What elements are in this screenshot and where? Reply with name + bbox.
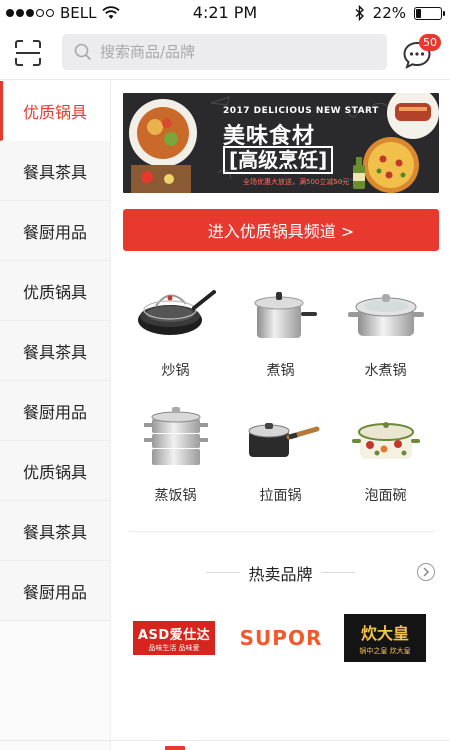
sidebar-item-tableware[interactable]: 餐具茶具: [0, 321, 110, 381]
product-name: 炒锅: [161, 363, 190, 379]
enter-channel-label: 进入优质锅具频道 >: [207, 222, 355, 241]
sidebar-item-cookware[interactable]: 优质锅具: [0, 81, 110, 141]
brand-logo-chuidahuang[interactable]: 炊大皇 锅中之皇 炊大皇: [344, 613, 426, 663]
status-right: 22%: [355, 4, 445, 22]
battery-percent: 22%: [372, 4, 406, 22]
sidebar-item-kitchen-supplies[interactable]: 餐厨用品: [0, 381, 110, 441]
sidebar-item-label: 优质锅具: [22, 102, 87, 122]
product-item[interactable]: 拉面锅: [228, 401, 333, 505]
brand-tagline: 品味生活 品味爱: [148, 643, 200, 652]
search-bar[interactable]: [62, 34, 387, 70]
wok-pan-icon: [137, 290, 216, 335]
bluetooth-icon: [355, 5, 364, 21]
search-icon: [74, 43, 92, 61]
product-item[interactable]: 炒锅: [123, 276, 228, 380]
main-content: 2017 DELICIOUS NEW START 美味食材 [高级烹饪] 全场优…: [111, 81, 450, 750]
enter-channel-button[interactable]: 进入优质锅具频道 >: [123, 209, 439, 251]
section-divider: [129, 531, 435, 532]
sidebar-item-label: 餐厨用品: [22, 402, 87, 422]
product-name: 拉面锅: [259, 488, 302, 504]
noodle-pot-icon: [248, 423, 319, 457]
brands-title: 热卖品牌: [248, 565, 313, 584]
brand-logo-supor[interactable]: SUPOR: [240, 613, 322, 663]
brand-tagline: 锅中之皇 炊大皇: [359, 647, 411, 655]
top-header: 50: [0, 26, 450, 80]
category-sidebar: 优质锅具 餐具茶具 餐厨用品 优质锅具 餐具茶具 餐厨用品 优质锅具 餐具茶具 …: [0, 81, 111, 750]
sidebar-item-tableware[interactable]: 餐具茶具: [0, 141, 110, 201]
sidebar-item-tableware[interactable]: 餐具茶具: [0, 501, 110, 561]
product-name: 蒸饭锅: [154, 488, 197, 504]
asd-logo-box: ASD爱仕达 品味生活 品味爱: [133, 621, 215, 655]
product-name: 煮锅: [266, 363, 295, 379]
soup-pot-icon: [347, 294, 424, 336]
sidebar-item-label: 餐厨用品: [22, 582, 87, 602]
promo-banner[interactable]: 2017 DELICIOUS NEW START 美味食材 [高级烹饪] 全场优…: [123, 93, 439, 193]
product-name: 水煮锅: [364, 363, 407, 379]
sidebar-item-label: 优质锅具: [22, 282, 87, 302]
sidebar-item-cookware[interactable]: 优质锅具: [0, 261, 110, 321]
banner-note: 全场优惠大放送，满500立减50元: [243, 178, 350, 186]
product-item[interactable]: 蒸饭锅: [123, 401, 228, 505]
sidebar-item-label: 餐厨用品: [22, 222, 87, 242]
stock-pot-icon: [254, 292, 317, 338]
sidebar-item-label: 餐具茶具: [22, 162, 87, 182]
message-badge: 50: [419, 34, 441, 51]
brand-logo-asd[interactable]: ASD爱仕达 品味生活 品味爱: [133, 613, 215, 663]
sidebar-item-kitchen-supplies[interactable]: 餐厨用品: [0, 561, 110, 621]
sidebar-item-kitchen-supplies[interactable]: 餐厨用品: [0, 201, 110, 261]
product-name: 泡面碗: [364, 488, 407, 504]
title-line-right: [321, 572, 355, 573]
sidebar-item-label: 餐具茶具: [22, 342, 87, 362]
steamer-pot-icon: [143, 407, 208, 465]
search-input[interactable]: [100, 43, 360, 61]
chef-logo-box: 炊大皇 锅中之皇 炊大皇: [344, 614, 426, 662]
brand-name: 炊大皇: [360, 624, 409, 643]
chevron-right-icon: [423, 567, 430, 577]
battery-fill: [416, 8, 421, 18]
status-bar: BELL 4:21 PM 22%: [0, 0, 450, 26]
product-item[interactable]: 水煮锅: [333, 276, 438, 380]
brands-header: 热卖品牌: [111, 561, 450, 585]
banner-subtitle: 2017 DELICIOUS NEW START: [223, 106, 379, 116]
active-tab-indicator: [165, 746, 185, 750]
sidebar-item-label: 优质锅具: [22, 462, 87, 482]
sidebar-item-cookware[interactable]: 优质锅具: [0, 441, 110, 501]
enamel-bowl-icon: [351, 422, 420, 459]
brands-more-button[interactable]: [417, 563, 435, 581]
brand-logos: ASD爱仕达 品味生活 品味爱 SUPOR 炊大皇 锅中之皇 炊大皇: [111, 613, 450, 663]
bottom-tab-bar-edge: [0, 740, 450, 750]
sidebar-item-label: 餐具茶具: [22, 522, 87, 542]
battery-icon: [414, 6, 445, 20]
product-item[interactable]: 泡面碗: [333, 401, 438, 505]
brand-name: SUPOR: [239, 626, 323, 650]
banner-title-secondary: [高级烹饪]: [223, 146, 334, 174]
product-item[interactable]: 煮锅: [228, 276, 333, 380]
brand-name: ASD爱仕达: [137, 627, 211, 643]
scan-icon[interactable]: [14, 39, 42, 67]
